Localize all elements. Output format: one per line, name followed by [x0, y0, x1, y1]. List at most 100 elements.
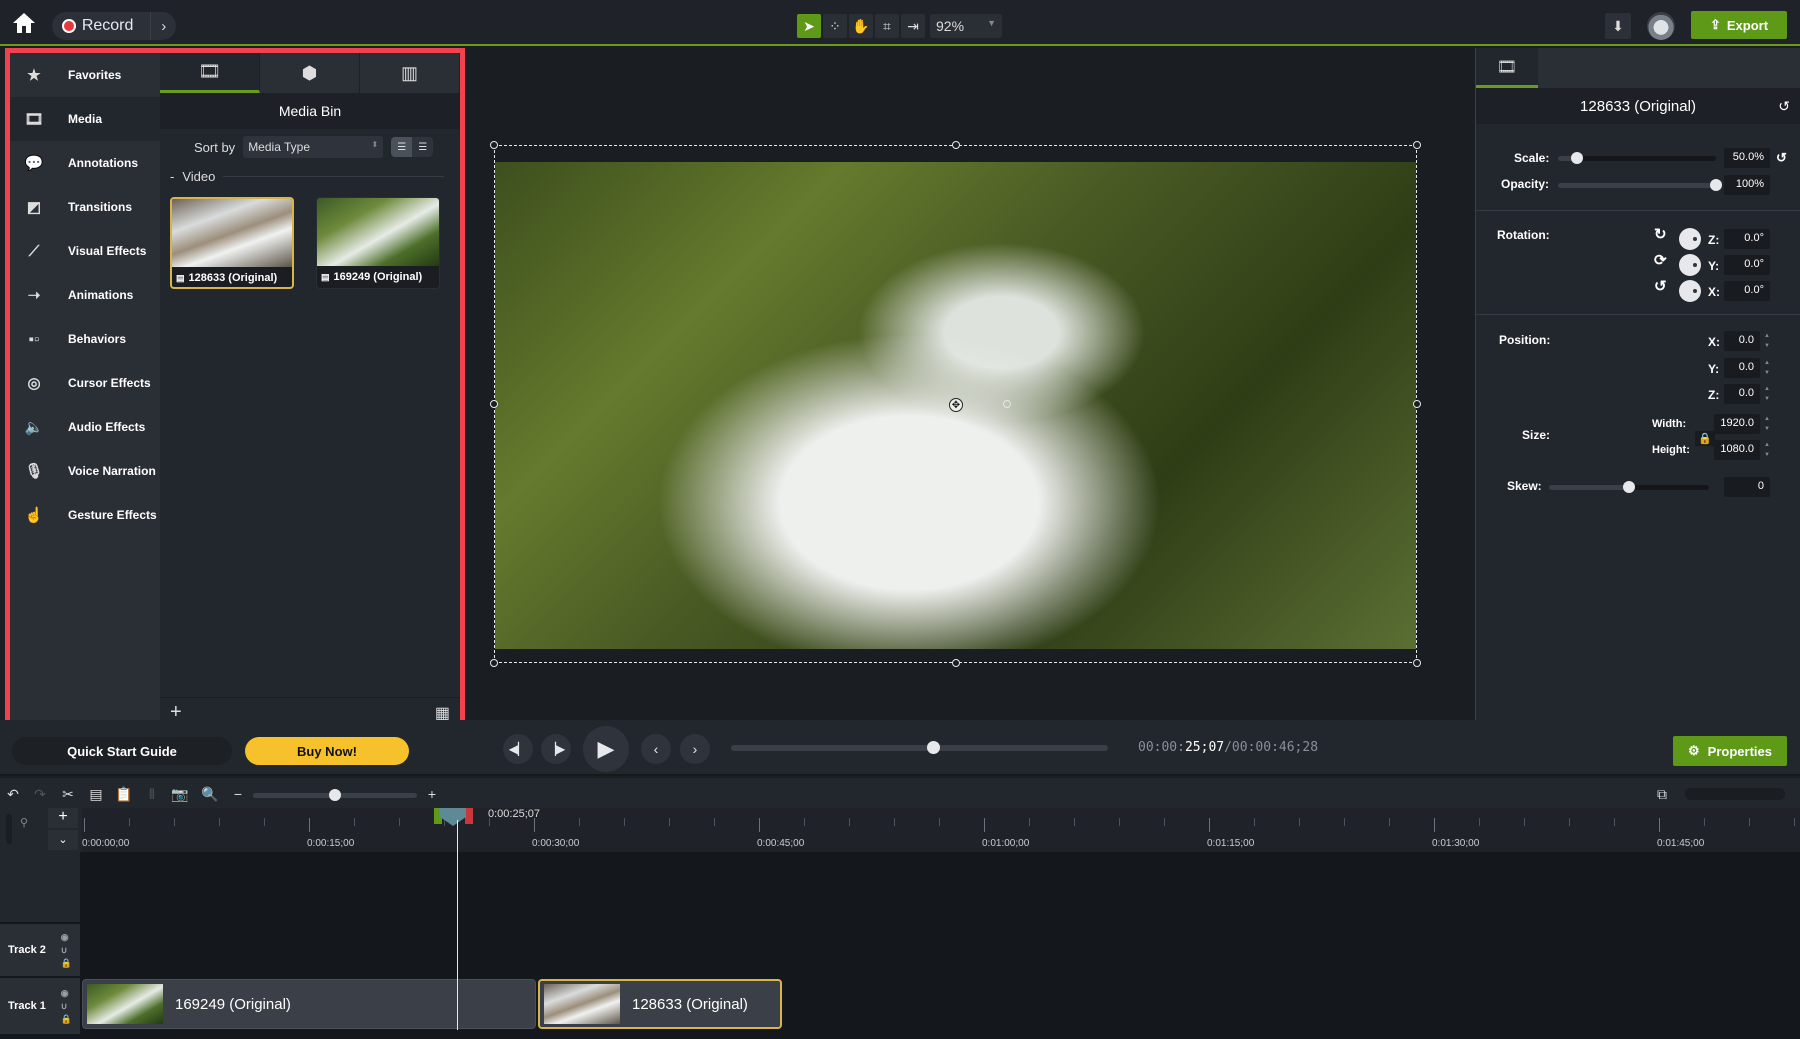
resize-handle[interactable] — [952, 659, 960, 667]
export-button[interactable]: ⇪ Export — [1691, 11, 1787, 39]
sidebar-item-audio-effects[interactable]: 🔈 Audio Effects — [10, 405, 160, 449]
sidebar-item-animations[interactable]: ➝ Animations — [10, 273, 160, 317]
sort-by-select[interactable]: Media Type ⬍ — [243, 136, 384, 158]
zoom-fit-button[interactable]: 🔍 — [200, 784, 220, 804]
crop-tool-button[interactable]: ⌗ — [875, 14, 899, 38]
timeline-zoom-slider[interactable] — [253, 789, 417, 801]
rotation-y-field[interactable]: 0.0° — [1724, 255, 1770, 275]
opacity-field[interactable]: 100% — [1724, 175, 1770, 195]
track-options-chevron-icon[interactable]: ⌄ — [48, 830, 78, 850]
sidebar-item-gesture-effects[interactable]: ☝ Gesture Effects — [10, 493, 160, 537]
skew-slider-knob[interactable] — [1623, 481, 1635, 493]
eye-icon[interactable]: ◉ — [61, 932, 72, 943]
cut-button[interactable]: ✂ — [58, 784, 78, 804]
position-x-field[interactable]: 0.0 — [1724, 331, 1760, 351]
sidebar-item-transitions[interactable]: ◩ Transitions — [10, 185, 160, 229]
position-x-stepper[interactable]: ▲ ▼ — [1763, 331, 1771, 351]
width-stepper[interactable]: ▲ ▼ — [1763, 414, 1771, 434]
rotation-z-dial[interactable] — [1679, 228, 1701, 250]
scale-field[interactable]: 50.0% — [1724, 148, 1770, 168]
media-item[interactable]: ▤ 169249 (Original) — [316, 197, 440, 289]
sort-descending-button[interactable]: ☰ — [412, 137, 433, 157]
resize-handle[interactable] — [490, 400, 498, 408]
pan-tool-button[interactable]: ✋ — [849, 14, 873, 38]
resize-handle[interactable] — [1413, 659, 1421, 667]
zoom-level-select[interactable]: 92% ▼ — [930, 14, 1002, 38]
rotation-x-field[interactable]: 0.0° — [1724, 281, 1770, 301]
opacity-slider-knob[interactable] — [1710, 179, 1722, 191]
zoom-out-button[interactable]: − — [228, 784, 248, 804]
zoom-in-button[interactable]: + — [422, 784, 442, 804]
resize-handle[interactable] — [490, 659, 498, 667]
height-stepper[interactable]: ▲ ▼ — [1763, 440, 1771, 460]
magnet-icon[interactable]: ∪ — [61, 1001, 72, 1012]
timeline-zoom-knob[interactable] — [329, 789, 341, 801]
step-forward-button[interactable]: ▕▶ — [541, 734, 571, 764]
rotation-y-dial[interactable] — [1679, 254, 1701, 276]
sidebar-item-visual-effects[interactable]: ⟋ Visual Effects — [10, 229, 160, 273]
edit-points-tool-button[interactable]: ⁘ — [823, 14, 847, 38]
tab-media-bin[interactable]: 🎞 — [160, 53, 260, 93]
previous-button[interactable]: ‹ — [641, 734, 671, 764]
sidebar-item-annotations[interactable]: 💬 Annotations — [10, 141, 160, 185]
rotation-x-dial[interactable] — [1679, 280, 1701, 302]
rotation-z-field[interactable]: 0.0° — [1724, 229, 1770, 249]
lock-icon[interactable]: 🔒 — [61, 1014, 72, 1025]
properties-button[interactable]: ⚙ Properties — [1673, 736, 1787, 766]
next-button[interactable]: › — [680, 734, 710, 764]
eye-icon[interactable]: ◉ — [61, 988, 72, 999]
height-field[interactable]: 1080.0 — [1714, 440, 1760, 460]
reset-icon[interactable]: ↺ — [1778, 98, 1790, 115]
position-z-stepper[interactable]: ▲ ▼ — [1763, 384, 1771, 404]
reset-scale-icon[interactable]: ↺ — [1776, 150, 1787, 166]
sidebar-item-media[interactable]: 🎞 Media — [10, 97, 160, 141]
track-header-2[interactable]: Track 2 ◉ ∪ 🔒 — [0, 924, 80, 976]
scale-slider[interactable] — [1558, 152, 1716, 164]
playback-scrubber[interactable] — [731, 741, 1108, 754]
quick-start-guide-button[interactable]: Quick Start Guide — [12, 737, 232, 765]
record-button[interactable]: Record › — [52, 12, 176, 40]
magnet-icon[interactable]: ∪ — [61, 945, 72, 956]
media-item[interactable]: ▤ 128633 (Original) — [170, 197, 294, 289]
selected-media-bounds[interactable]: ✥ — [490, 141, 1421, 667]
detach-timeline-button[interactable]: ⧉ — [1652, 784, 1672, 804]
fit-tool-button[interactable]: ⇥ — [901, 14, 925, 38]
step-back-button[interactable]: ◀▏ — [503, 734, 533, 764]
buy-now-button[interactable]: Buy Now! — [245, 737, 409, 765]
track-header-1[interactable]: Track 1 ◉ ∪ 🔒 — [0, 978, 80, 1034]
resize-handle[interactable] — [1413, 400, 1421, 408]
rotation-center-handle[interactable] — [1003, 400, 1011, 408]
timeline-clip[interactable]: 169249 (Original) — [82, 979, 536, 1029]
sidebar-item-favorites[interactable]: ★ Favorites — [10, 53, 160, 97]
resize-handle[interactable] — [490, 141, 498, 149]
video-group-header[interactable]: - Video — [160, 165, 460, 187]
track-height-slider[interactable] — [6, 814, 12, 844]
split-button[interactable]: ⫴ — [142, 784, 162, 804]
position-z-field[interactable]: 0.0 — [1724, 384, 1760, 404]
paste-button[interactable]: 📋 — [114, 784, 134, 804]
resize-handle[interactable] — [1413, 141, 1421, 149]
timeline-ruler[interactable]: 0:00:00;00 0:00:15;00 0:00:30;00 0:00:45;00… — [82, 808, 1800, 852]
position-y-stepper[interactable]: ▲ ▼ — [1763, 358, 1771, 378]
home-button[interactable] — [12, 12, 36, 34]
download-button[interactable]: ⬇ — [1605, 13, 1631, 39]
skew-slider[interactable] — [1549, 481, 1709, 493]
sort-ascending-button[interactable]: ☰ — [391, 137, 413, 157]
tab-library[interactable]: ⬢ — [260, 53, 360, 93]
move-icon[interactable]: ✥ — [949, 398, 963, 412]
record-options-chevron-icon[interactable]: › — [150, 12, 176, 40]
scale-slider-knob[interactable] — [1570, 152, 1583, 164]
snapshot-button[interactable]: 📷 — [170, 784, 190, 804]
copy-button[interactable]: ▤ — [86, 784, 106, 804]
tab-assets[interactable]: ▥ — [360, 53, 460, 93]
sidebar-item-cursor-effects[interactable]: ◎ Cursor Effects — [10, 361, 160, 405]
add-track-button[interactable]: + — [48, 808, 78, 828]
sidebar-item-behaviors[interactable]: ▪▫ Behaviors — [10, 317, 160, 361]
select-tool-button[interactable]: ➤ — [797, 14, 821, 38]
lock-icon[interactable]: 🔒 — [61, 958, 72, 969]
opacity-slider[interactable] — [1558, 179, 1722, 191]
tab-visual-properties[interactable]: 🎞 — [1476, 48, 1538, 88]
position-y-field[interactable]: 0.0 — [1724, 358, 1760, 378]
skew-field[interactable]: 0 — [1724, 477, 1770, 497]
timeline-search-field[interactable] — [1685, 788, 1785, 800]
